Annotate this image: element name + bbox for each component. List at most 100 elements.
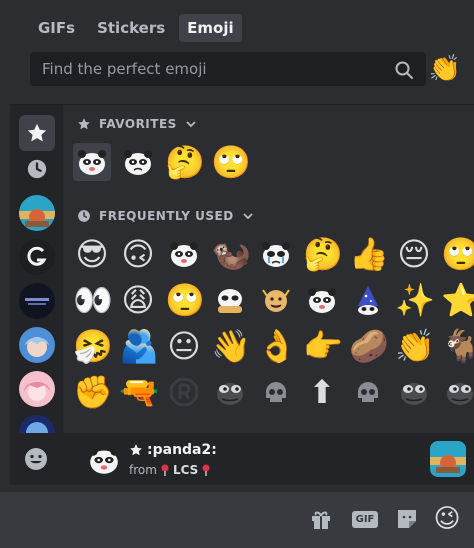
server-icon <box>19 415 55 433</box>
r-logo-icon[interactable] <box>165 373 203 411</box>
gift-button[interactable] <box>306 504 336 534</box>
chevron-down-icon <box>186 121 196 128</box>
server-icon <box>19 239 55 275</box>
frequent-row: 🤧 🫂 😐 👋 👌 👉 🥔 👏 🐐 <box>73 327 474 365</box>
emoji-item[interactable]: 😔 <box>395 235 433 273</box>
pin-icon <box>202 464 210 476</box>
emoji-item[interactable]: 🐐 <box>441 327 474 365</box>
section-title: FAVORITES <box>99 117 177 131</box>
sticker-icon <box>398 510 416 528</box>
emoji-preview: :panda2: from LCS <box>63 433 474 485</box>
preview-emoji-name: :panda2: <box>147 442 217 458</box>
preview-source: from LCS <box>129 463 211 477</box>
emoji-panda-cry[interactable] <box>119 143 157 181</box>
gif-button[interactable]: GIF <box>350 504 380 534</box>
emoji-category-rail <box>10 105 63 433</box>
preview-from-label: from <box>129 463 157 477</box>
emoji-search-input[interactable] <box>42 52 372 86</box>
emoji-item[interactable]: 👉 <box>303 327 341 365</box>
server-icon <box>19 283 55 319</box>
rail-server-anime[interactable] <box>19 327 55 363</box>
emoji-item[interactable]: ✊ <box>73 373 111 411</box>
frog-emoji-icon[interactable] <box>395 373 433 411</box>
rail-server-g[interactable] <box>19 239 55 275</box>
emoji-thinking[interactable]: 🤔 <box>165 143 203 181</box>
gif-label: GIF <box>351 510 379 528</box>
rail-server-pink[interactable] <box>19 371 55 407</box>
section-favorites[interactable]: FAVORITES <box>77 117 197 131</box>
emoji-item[interactable]: 🙄 <box>165 281 203 319</box>
panda-emoji-icon[interactable] <box>303 281 341 319</box>
server-icon <box>19 195 55 231</box>
emoji-item[interactable]: ✨ <box>395 281 433 319</box>
tab-gifs[interactable]: GIFs <box>30 14 83 42</box>
sticker-button[interactable] <box>392 504 422 534</box>
emoji-search-bar <box>30 52 426 86</box>
panda-emoji-icon[interactable] <box>257 235 295 273</box>
frequent-row: 😎 🙃 🦦 🤔 👍 😔 🙄 <box>73 235 474 273</box>
emoji-item[interactable]: 🙃 <box>119 235 157 273</box>
emoji-grid: FAVORITES 🤔 🙄 FREQUENTLY USED 😎 🙃 🦦 🤔 👍 😔 🙄 👀 😩 🙄… <box>63 105 474 433</box>
wizard-emoji-icon[interactable] <box>349 281 387 319</box>
emoji-item[interactable]: 👌 <box>257 327 295 365</box>
server-icon[interactable] <box>430 441 466 477</box>
emoji-item[interactable]: ⬆ <box>303 373 341 411</box>
emoji-button[interactable]: 😉 <box>432 504 462 534</box>
chevron-down-icon <box>243 213 253 220</box>
emoji-item[interactable]: ⭐ <box>441 281 474 319</box>
picker-tabs: GIFs Stickers Emoji <box>30 14 242 42</box>
rail-server-lcs[interactable] <box>19 195 55 231</box>
emoji-item[interactable]: 🫂 <box>119 327 157 365</box>
clock-icon <box>27 159 47 179</box>
clock-icon <box>78 210 90 222</box>
section-frequently-used[interactable]: FREQUENTLY USED <box>77 209 254 223</box>
emoji-item[interactable]: 😎 <box>73 235 111 273</box>
tab-emoji[interactable]: Emoji <box>179 14 242 42</box>
skull-emoji-icon[interactable] <box>349 373 387 411</box>
frog-emoji-icon[interactable] <box>441 373 474 411</box>
smiley-icon[interactable] <box>24 447 48 471</box>
rail-server-blue[interactable] <box>19 415 55 433</box>
panda-emoji-icon <box>78 150 106 175</box>
search-icon[interactable] <box>394 60 414 80</box>
rail-favorites[interactable] <box>19 115 55 151</box>
server-icon <box>19 371 55 407</box>
emoji-item[interactable]: 👏 <box>395 327 433 365</box>
skin-tone-button[interactable]: 👏 <box>428 52 462 86</box>
server-icon <box>19 327 55 363</box>
emoji-panda2[interactable] <box>73 143 111 181</box>
panda-emoji-icon <box>124 150 152 175</box>
emoji-item[interactable]: 🙄 <box>441 235 474 273</box>
emoji-item[interactable]: 🥔 <box>349 327 387 365</box>
emoji-item[interactable]: 👍 <box>349 235 387 273</box>
star-icon <box>78 118 90 130</box>
section-title: FREQUENTLY USED <box>99 209 234 223</box>
emoji-item[interactable]: 🔫 <box>119 373 157 411</box>
pin-icon <box>161 464 169 476</box>
chat-input-bar: GIF 😉 <box>0 492 474 548</box>
emoji-item[interactable]: 🤧 <box>73 327 111 365</box>
tab-stickers[interactable]: Stickers <box>89 14 173 42</box>
rail-server-dark[interactable] <box>19 283 55 319</box>
emoji-eye-roll[interactable]: 🙄 <box>211 143 249 181</box>
panda-emoji-icon[interactable] <box>165 235 203 273</box>
gift-icon <box>312 511 330 529</box>
frequent-row: 👀 😩 🙄 ✨ ⭐ <box>73 281 474 319</box>
emoji-item[interactable]: 👀 <box>73 281 111 319</box>
panda-emoji-icon <box>89 447 119 474</box>
frequent-row: ✊ 🔫 ⬆ <box>73 373 474 411</box>
star-icon[interactable] <box>129 443 143 457</box>
frog-emoji-icon[interactable] <box>211 373 249 411</box>
emoji-item[interactable]: 😩 <box>119 281 157 319</box>
star-icon <box>27 123 47 142</box>
emoji-picker: GIFs Stickers Emoji 👏 <box>10 0 474 492</box>
preview-name-row: :panda2: <box>129 442 217 458</box>
panda-emoji-icon[interactable] <box>211 281 249 319</box>
skull-emoji-icon[interactable] <box>257 373 295 411</box>
dog-emoji-icon[interactable] <box>257 281 295 319</box>
emoji-item[interactable]: 🦦 <box>211 235 249 273</box>
emoji-item[interactable]: 👋 <box>211 327 249 365</box>
rail-recent[interactable] <box>19 151 55 187</box>
emoji-item[interactable]: 😐 <box>165 327 203 365</box>
emoji-item[interactable]: 🤔 <box>303 235 341 273</box>
